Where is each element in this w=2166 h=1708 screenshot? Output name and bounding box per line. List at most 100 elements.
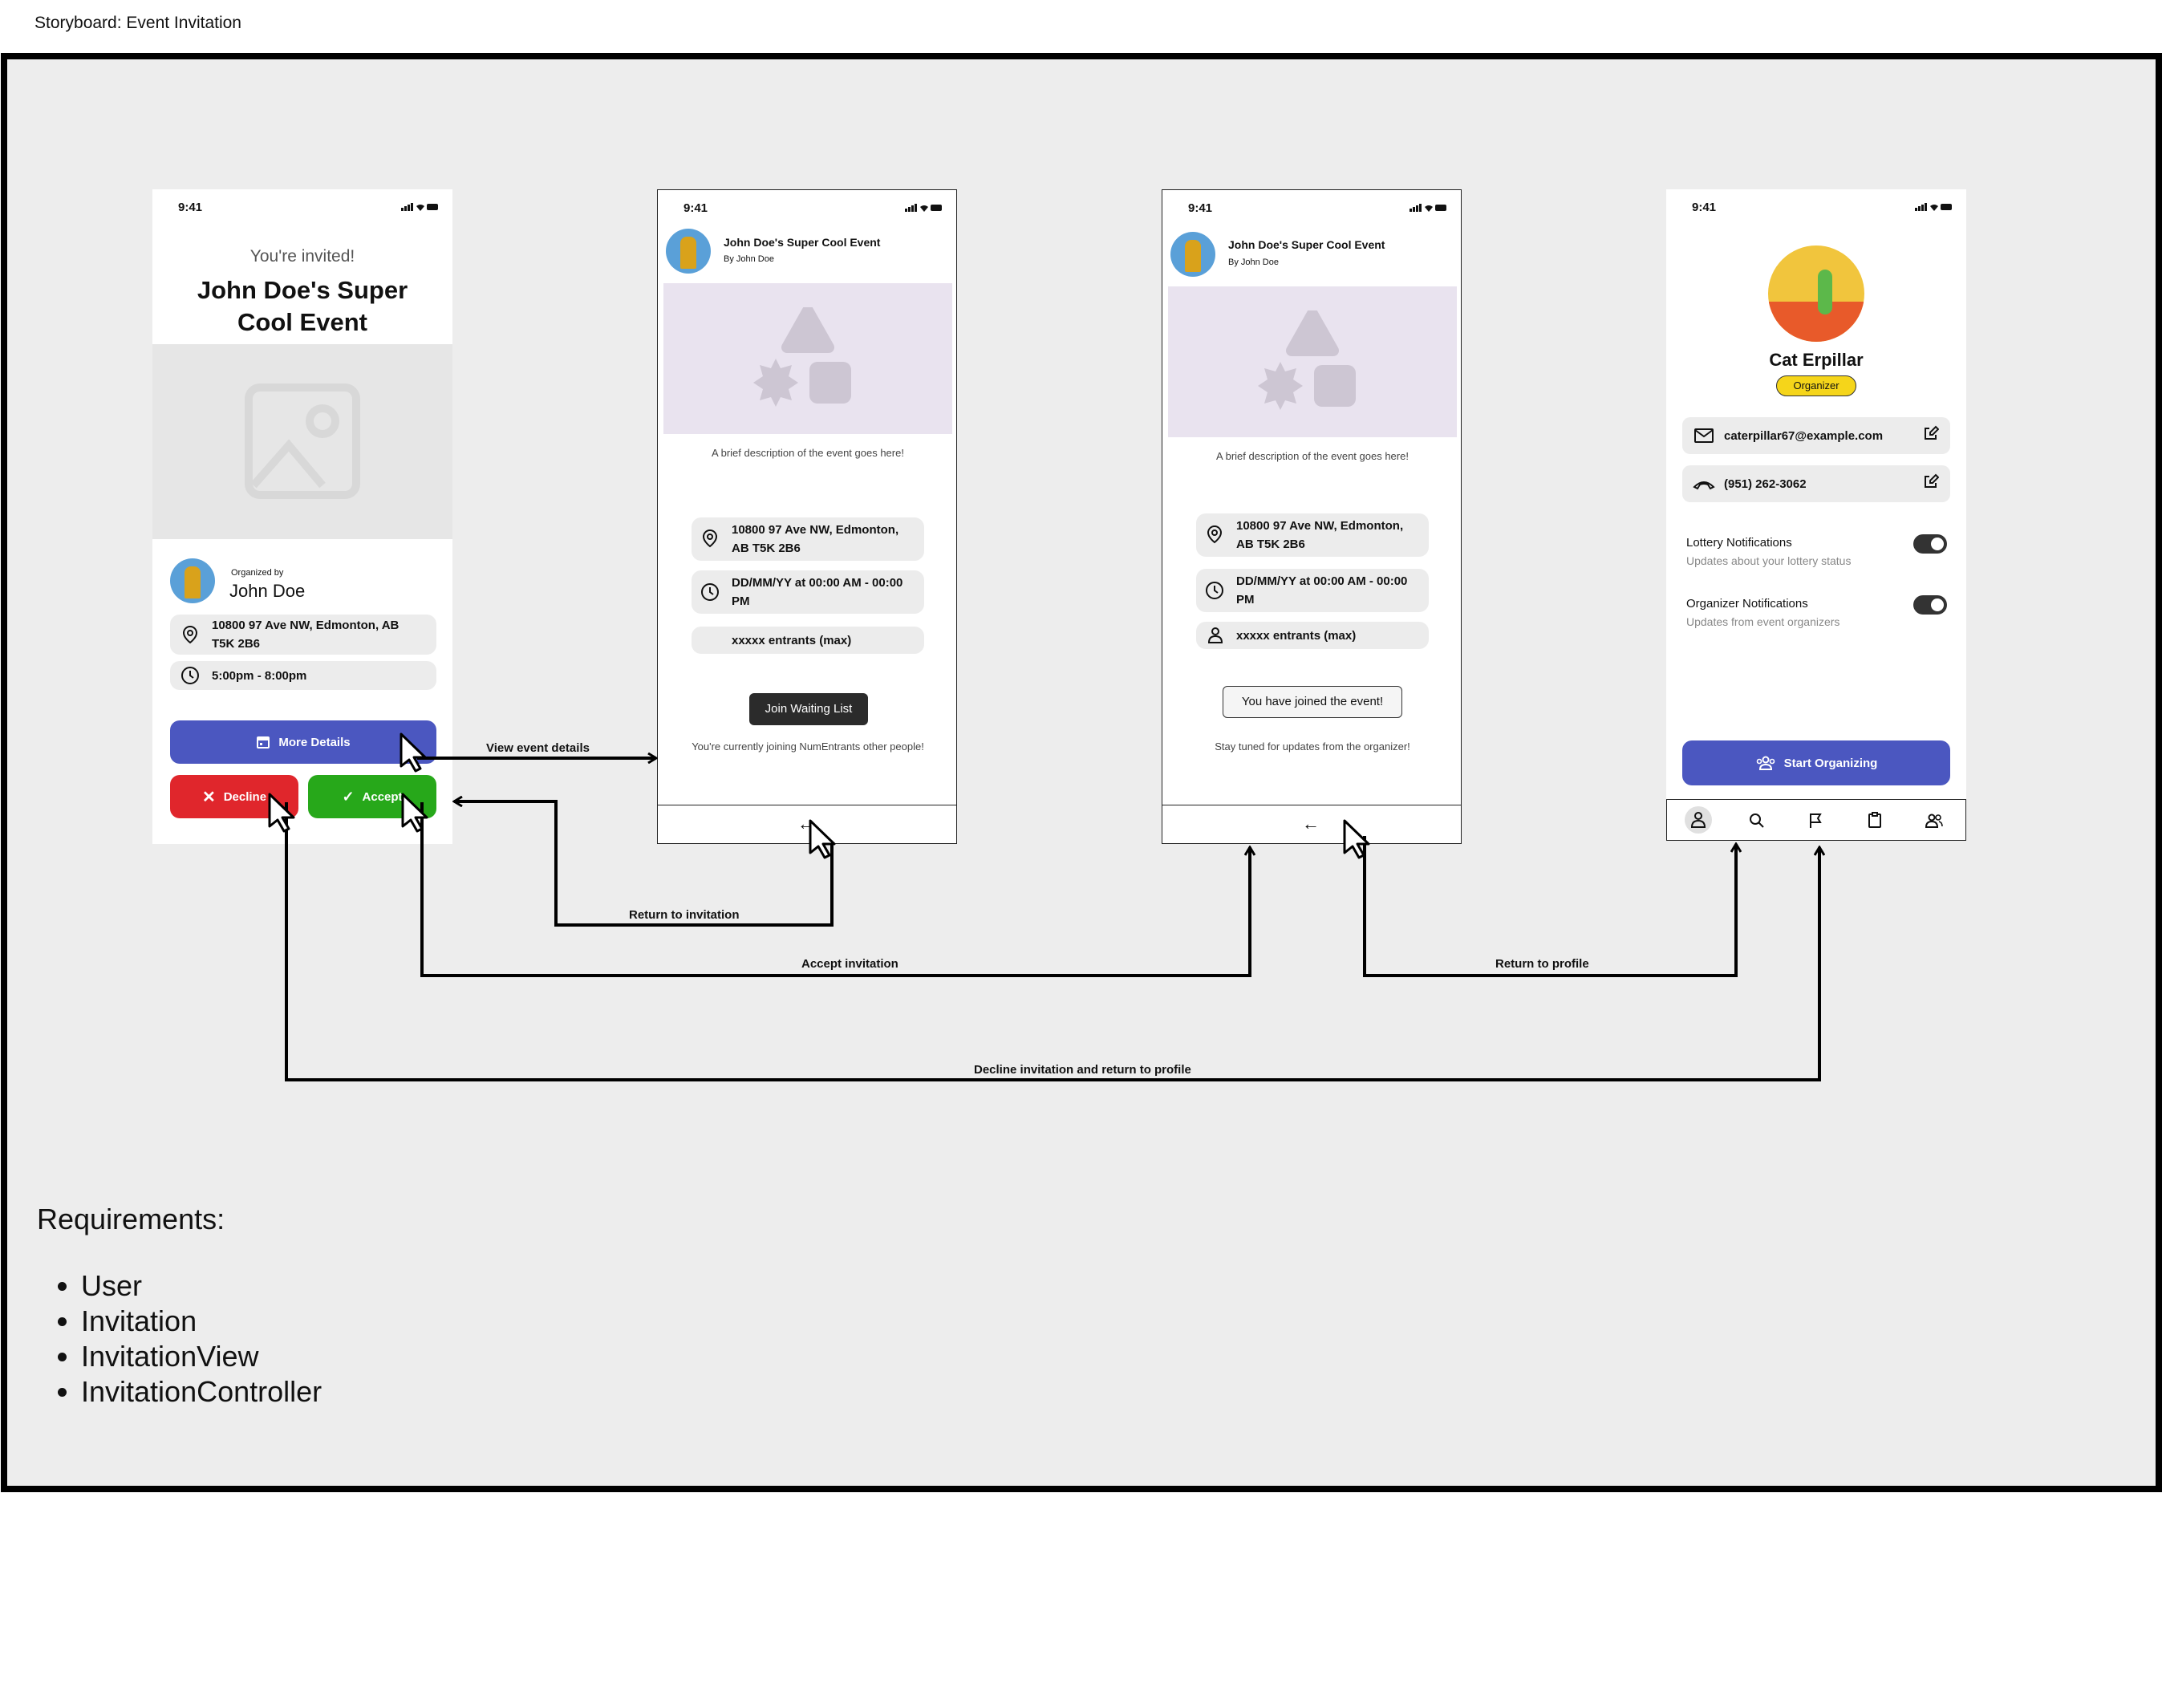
- organizer-notifications-subtitle: Updates from event organizers: [1686, 615, 1840, 628]
- phone-text: (951) 262-3062: [1724, 477, 1807, 491]
- accept-invitation-label: Accept invitation: [801, 957, 898, 971]
- return-profile-label: Return to profile: [1495, 957, 1589, 971]
- organizer-avatar: [170, 558, 215, 603]
- event-image-placeholder: [1168, 286, 1457, 437]
- lottery-notifications-title: Lottery Notifications: [1686, 536, 1792, 550]
- profile-avatar: [1768, 245, 1864, 342]
- search-icon[interactable]: [1749, 813, 1765, 829]
- clock-icon: [701, 583, 719, 601]
- status-icons: [1410, 204, 1446, 212]
- more-details-button[interactable]: More Details: [170, 720, 436, 764]
- phone-field: (951) 262-3062: [1682, 465, 1950, 502]
- close-icon: ✕: [201, 788, 216, 806]
- decline-button[interactable]: ✕ Decline: [170, 775, 298, 818]
- people-icon[interactable]: [1925, 813, 1943, 829]
- address-text: 10800 97 Ave NW, Edmonton, AB T5K 2B6: [732, 523, 899, 555]
- shapes-placeholder-icon: [753, 307, 851, 407]
- invited-label: You're invited!: [249, 247, 355, 266]
- time-text: 5:00pm - 8:00pm: [212, 669, 307, 683]
- lottery-notifications-toggle[interactable]: [1913, 534, 1947, 554]
- bottom-bar: ←: [1162, 805, 1461, 843]
- back-arrow-icon[interactable]: ←: [797, 813, 815, 834]
- status-icons: [905, 204, 942, 212]
- status-time: 9:41: [1188, 201, 1213, 215]
- location-pin-icon: [1207, 525, 1223, 544]
- list-item: InvitationView: [81, 1339, 322, 1374]
- datetime-pill: DD/MM/YY at 00:00 AM - 00:00 PM: [1196, 569, 1429, 612]
- address-text: 10800 97 Ave NW, Edmonton, AB T5K 2B6: [1236, 519, 1404, 551]
- edit-icon[interactable]: [1923, 425, 1939, 441]
- bottom-bar: ←: [658, 805, 956, 843]
- joined-badge-text: You have joined the event!: [1241, 695, 1384, 708]
- organizer-name: John Doe: [229, 581, 306, 601]
- accept-button[interactable]: ✓ Accept: [308, 775, 436, 818]
- event-avatar: [666, 229, 711, 274]
- join-waiting-list-button[interactable]: Join Waiting List: [749, 693, 868, 725]
- event-image-placeholder: [663, 283, 952, 434]
- datetime-text: DD/MM/YY at 00:00 AM - 00:00 PM: [732, 576, 903, 608]
- address-pill: 10800 97 Ave NW, Edmonton, AB T5K 2B6: [1196, 513, 1429, 557]
- event-details-screen: 9:41 John Doe's Super Cool Event By John…: [657, 189, 957, 844]
- accept-label: Accept: [362, 789, 403, 804]
- datetime-pill: DD/MM/YY at 00:00 AM - 00:00 PM: [692, 570, 924, 614]
- event-description: A brief description of the event goes he…: [712, 447, 904, 459]
- role-badge-text: Organizer: [1793, 379, 1839, 392]
- joined-screen: 9:41 John Doe's Super Cool Event By John…: [1162, 189, 1462, 844]
- decline-return-label: Decline invitation and return to profile: [974, 1063, 1191, 1077]
- view-details-label: View event details: [486, 741, 590, 755]
- more-details-label: More Details: [278, 735, 351, 749]
- mail-icon: [1694, 428, 1714, 443]
- shapes-placeholder-icon: [1258, 310, 1356, 410]
- datetime-text: DD/MM/YY at 00:00 AM - 00:00 PM: [1236, 574, 1408, 607]
- clock-icon: [1206, 582, 1223, 599]
- profile-name: Cat Erpillar: [1769, 350, 1864, 370]
- join-waiting-list-label: Join Waiting List: [765, 702, 853, 716]
- calendar-icon: [257, 736, 270, 749]
- entrants-pill: xxxxx entrants (max): [1196, 622, 1429, 649]
- organizer-notifications-toggle[interactable]: [1913, 595, 1947, 615]
- event-title: John Doe's Super Cool Event: [1228, 238, 1385, 251]
- email-text: caterpillar67@example.com: [1724, 429, 1884, 443]
- flag-icon[interactable]: [1808, 813, 1823, 829]
- event-byline: By John Doe: [724, 254, 774, 264]
- lottery-notifications-subtitle: Updates about your lottery status: [1686, 554, 1852, 567]
- profile-screen: 9:41 Cat Erpillar Organizer caterpillar6…: [1666, 189, 1966, 841]
- invitation-screen: 9:41 You're invited! John Doe's Super Co…: [152, 189, 452, 844]
- joining-note: You're currently joining NumEntrants oth…: [692, 740, 924, 753]
- location-pin-icon: [702, 529, 718, 548]
- person-icon: [1690, 812, 1706, 828]
- time-pill: 5:00pm - 8:00pm: [170, 661, 436, 690]
- edit-icon[interactable]: [1923, 473, 1939, 489]
- stay-tuned-text: Stay tuned for updates from the organize…: [1215, 740, 1410, 753]
- entrants-text: xxxxx entrants (max): [732, 634, 852, 647]
- decline-label: Decline: [223, 789, 267, 804]
- entrants-pill: xxxxx entrants (max): [692, 627, 924, 654]
- status-icons: [1915, 203, 1952, 211]
- return-invitation-label: Return to invitation: [629, 908, 740, 922]
- joined-badge: You have joined the event!: [1223, 686, 1402, 718]
- status-icons: [401, 203, 438, 211]
- start-organizing-button[interactable]: Start Organizing: [1682, 740, 1950, 785]
- address-pill: 10800 97 Ave NW, Edmonton, AB T5K 2B6: [692, 517, 924, 561]
- group-icon: [1756, 756, 1775, 770]
- role-badge: Organizer: [1776, 375, 1856, 396]
- organized-by-label: Organized by: [231, 568, 284, 578]
- page-title: Storyboard: Event Invitation: [34, 14, 241, 32]
- back-arrow-icon[interactable]: ←: [1302, 813, 1320, 834]
- list-item: User: [81, 1268, 322, 1304]
- address-pill: 10800 97 Ave NW, Edmonton, AB T5K 2B6: [170, 615, 436, 655]
- bottom-nav: [1666, 799, 1966, 841]
- address-text: 10800 97 Ave NW, Edmonton, AB T5K 2B6: [212, 619, 400, 651]
- requirements-heading: Requirements:: [37, 1203, 225, 1235]
- event-title: John Doe's Super Cool Event: [197, 276, 408, 336]
- status-time: 9:41: [178, 201, 203, 214]
- nav-profile[interactable]: [1685, 806, 1712, 834]
- check-icon: ✓: [342, 788, 355, 805]
- phone-icon: [1693, 481, 1715, 490]
- status-time: 9:41: [1692, 201, 1717, 214]
- start-organizing-label: Start Organizing: [1783, 756, 1878, 770]
- location-pin-icon: [182, 625, 198, 644]
- event-byline: By John Doe: [1228, 258, 1279, 267]
- person-icon: [1207, 627, 1223, 643]
- clipboard-icon[interactable]: [1868, 812, 1882, 828]
